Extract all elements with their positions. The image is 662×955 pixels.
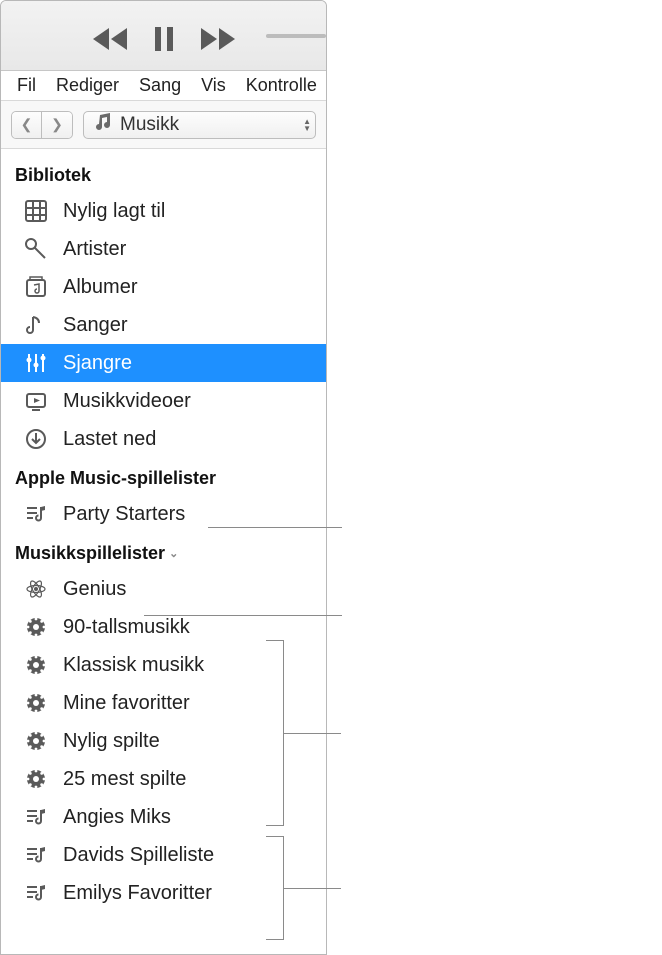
picker-arrows-icon: ▲▼: [303, 118, 311, 132]
library-list: Nylig lagt til Artister Albumer Sanger Sjang…: [1, 192, 326, 458]
sidebar-item-label: Mine favoritter: [63, 692, 190, 715]
sidebar-item-label: Klassisk musikk: [63, 654, 204, 677]
section-header-music-playlists[interactable]: Musikkspillelister ⌄: [1, 533, 326, 570]
menu-view[interactable]: Vis: [191, 71, 236, 100]
playlist-icon: [23, 842, 49, 868]
sidebar-item-label: Genius: [63, 578, 126, 601]
gear-icon: [23, 614, 49, 640]
pause-button[interactable]: [155, 27, 173, 51]
guitar-icon: [23, 350, 49, 376]
sidebar-item-lastet-ned[interactable]: Lastet ned: [1, 420, 326, 458]
menu-edit[interactable]: Rediger: [46, 71, 129, 100]
gear-icon: [23, 690, 49, 716]
sidebar-item-label: Davids Spilleliste: [63, 844, 214, 867]
annotation-bracket: [266, 836, 284, 940]
genius-icon: [23, 576, 49, 602]
annotation-line: [208, 527, 342, 528]
media-picker-label: Musikk: [120, 114, 179, 136]
sidebar-item-nylig-lagt-til[interactable]: Nylig lagt til: [1, 192, 326, 230]
sidebar-item-label: Nylig spilte: [63, 730, 160, 753]
sidebar-item-sanger[interactable]: Sanger: [1, 306, 326, 344]
video-icon: [23, 388, 49, 414]
volume-slider[interactable]: [266, 34, 326, 38]
nav-back-forward: ❮ ❯: [11, 111, 73, 139]
annotation-line: [144, 615, 342, 616]
note-icon: [23, 312, 49, 338]
sidebar-item-label: Angies Miks: [63, 806, 171, 829]
menu-bar: Fil Rediger Sang Vis Kontrolle: [1, 71, 326, 101]
sidebar-item-label: Sjangre: [63, 352, 132, 375]
mic-icon: [23, 236, 49, 262]
music-note-icon: [94, 113, 112, 137]
section-header-apple-playlists: Apple Music-spillelister: [1, 458, 326, 495]
menu-controls[interactable]: Kontrolle: [236, 71, 327, 100]
sidebar-item-artister[interactable]: Artister: [1, 230, 326, 268]
sidebar-item-label: Lastet ned: [63, 428, 156, 451]
sidebar-item-label: Sanger: [63, 314, 128, 337]
gear-icon: [23, 766, 49, 792]
sidebar-item-label: Artister: [63, 238, 126, 261]
playlist-icon: [23, 880, 49, 906]
section-header-library-label: Bibliotek: [15, 165, 91, 186]
menu-file[interactable]: Fil: [7, 71, 46, 100]
gear-icon: [23, 728, 49, 754]
sidebar-item-label: Musikkvideoer: [63, 390, 191, 413]
sidebar-item-label: Emilys Favoritter: [63, 882, 212, 905]
sidebar-item-label: 25 mest spilte: [63, 768, 186, 791]
sidebar-item-sjangre[interactable]: Sjangre: [1, 344, 326, 382]
menu-song[interactable]: Sang: [129, 71, 191, 100]
sidebar-item-label: Nylig lagt til: [63, 200, 165, 223]
playback-bar: [1, 1, 326, 71]
playlist-icon: [23, 804, 49, 830]
media-picker[interactable]: Musikk ▲▼: [83, 111, 316, 139]
annotation-bracket: [266, 640, 284, 826]
sidebar-item-label: Party Starters: [63, 503, 185, 526]
playlist-icon: [23, 501, 49, 527]
chevron-down-icon: ⌄: [169, 547, 178, 560]
sidebar-item-label: 90-tallsmusikk: [63, 616, 190, 639]
gear-icon: [23, 652, 49, 678]
grid-icon: [23, 198, 49, 224]
forward-button[interactable]: [201, 28, 235, 50]
section-header-apple-playlists-label: Apple Music-spillelister: [15, 468, 216, 489]
nav-back-button[interactable]: ❮: [12, 112, 42, 138]
sidebar: Bibliotek Nylig lagt til Artister Albumer S…: [1, 149, 326, 954]
sidebar-item-musikkvideoer[interactable]: Musikkvideoer: [1, 382, 326, 420]
nav-forward-button[interactable]: ❯: [42, 112, 72, 138]
sidebar-item-albumer[interactable]: Albumer: [1, 268, 326, 306]
sidebar-item-label: Albumer: [63, 276, 137, 299]
section-header-music-playlists-label: Musikkspillelister: [15, 543, 165, 564]
download-icon: [23, 426, 49, 452]
sidebar-item-genius[interactable]: Genius: [1, 570, 326, 608]
section-header-library: Bibliotek: [1, 155, 326, 192]
toolbar: ❮ ❯ Musikk ▲▼: [1, 101, 326, 149]
rewind-button[interactable]: [93, 28, 127, 50]
album-icon: [23, 274, 49, 300]
